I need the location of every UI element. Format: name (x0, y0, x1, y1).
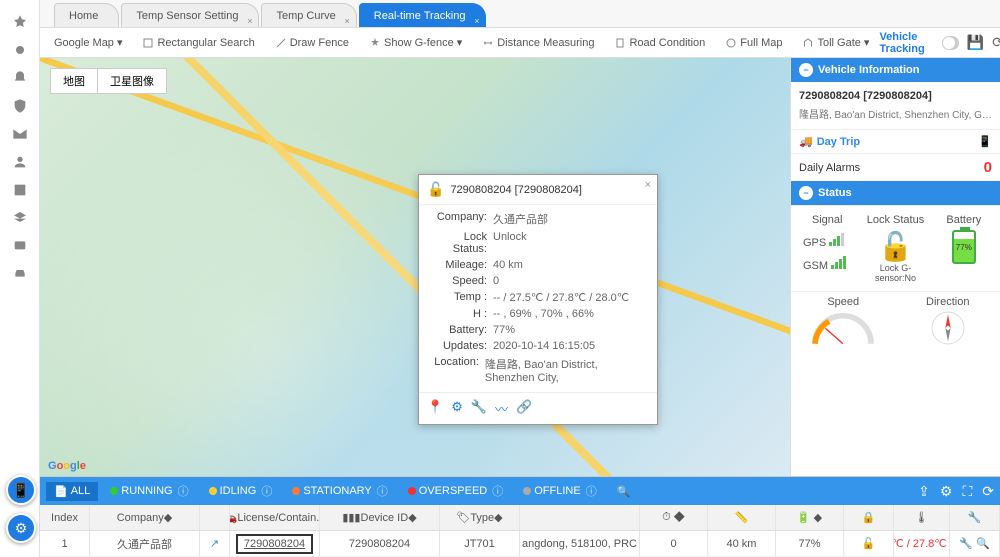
map-type-map[interactable]: 地图 (51, 69, 98, 93)
vehicle-popup: × 🔓 7290808204 [7290808204] Company:久通产品… (418, 174, 658, 425)
map-provider-dropdown[interactable]: Google Map ▾ (50, 33, 126, 52)
left-sidebar (0, 0, 40, 557)
full-map-button[interactable]: Full Map (721, 34, 786, 52)
side-bell-icon[interactable] (0, 64, 40, 92)
map-type-switch: 地图 卫星图像 (50, 68, 167, 94)
refresh-icon[interactable]: ⟳ (992, 34, 1000, 51)
filter-search-icon[interactable]: 🔍 (609, 482, 639, 501)
map-type-sat[interactable]: 卫星图像 (98, 69, 166, 93)
side-user-icon[interactable] (0, 148, 40, 176)
popup-action-config-icon[interactable]: ⚙ (451, 399, 463, 418)
popup-close-icon[interactable]: × (645, 179, 651, 191)
tab-temp-sensor[interactable]: Temp Sensor Setting× (121, 3, 259, 27)
filter-overspeed[interactable]: OVERSPEEDⓘ (400, 480, 511, 502)
lock-status-icon: 🔓 (863, 230, 927, 263)
road-cond-button[interactable]: Road Condition (610, 34, 709, 52)
map-toolbar: Google Map ▾ Rectangular Search Draw Fen… (40, 28, 1000, 58)
tracking-toggle[interactable] (942, 36, 959, 50)
close-icon[interactable]: × (474, 9, 479, 33)
side-mail-icon[interactable] (0, 120, 40, 148)
vehicle-name: 7290808204 [7290808204] (799, 90, 992, 102)
map-canvas[interactable]: 地图 卫星图像 Google 7290808204 [7290808204] ×… (40, 58, 790, 476)
speed-gauge: Speed (791, 296, 896, 351)
rect-search-button[interactable]: Rectangular Search (138, 34, 258, 52)
popup-action-route-icon[interactable]: 〰 (495, 399, 508, 418)
right-panel: −Vehicle Information 7290808204 [7290808… (790, 58, 1000, 476)
tab-realtime[interactable]: Real-time Tracking× (359, 3, 487, 27)
grid-settings-icon[interactable]: ⚙ (940, 483, 953, 500)
grid-expand-icon[interactable]: ⛶ (962, 483, 972, 500)
tab-home[interactable]: Home (54, 3, 119, 27)
popup-action-link-icon[interactable]: 🔗 (516, 399, 532, 418)
side-map-icon[interactable] (0, 8, 40, 36)
draw-fence-button[interactable]: Draw Fence (271, 34, 353, 52)
tab-temp-curve[interactable]: Temp Curve× (261, 3, 356, 27)
filter-offline[interactable]: OFFLINEⓘ (515, 480, 604, 502)
fab-settings-icon[interactable]: ⚙ (6, 513, 36, 543)
popup-action-key-icon[interactable]: 🔧 (471, 399, 487, 418)
grid-refresh-icon[interactable]: ⟳ (982, 483, 994, 500)
save-icon[interactable]: 💾 (967, 34, 984, 51)
popup-title: 7290808204 [7290808204] (450, 184, 582, 196)
toll-gate-button[interactable]: Toll Gate ▾ (798, 33, 873, 52)
grid-header: Index Company ◆ 🚗 License/Contain... ▮▮▮… (40, 505, 1000, 531)
day-trip-icon[interactable]: 📱 (978, 135, 992, 148)
popup-action-pin-icon[interactable]: 📍 (427, 399, 443, 418)
distance-button[interactable]: Distance Measuring (478, 34, 598, 52)
status-header[interactable]: −Status (791, 181, 1000, 205)
close-icon[interactable]: × (247, 9, 252, 33)
daily-alarms-value: 0 (984, 159, 992, 176)
vehicle-address: 隆昌路, Bao'an District, Shenzhen City, Gua… (799, 106, 992, 121)
show-gfence-button[interactable]: Show G-fence ▾ (365, 33, 466, 52)
side-bus-icon[interactable] (0, 232, 40, 260)
side-module-icon[interactable] (0, 176, 40, 204)
bottom-grid: 📄ALL RUNNINGⓘ IDLINGⓘ STATIONARYⓘ OVERSP… (40, 476, 1000, 557)
filter-idling[interactable]: IDLINGⓘ (201, 480, 281, 502)
tab-bar: Home Temp Sensor Setting× Temp Curve× Re… (40, 0, 1000, 28)
filter-all[interactable]: 📄ALL (46, 482, 98, 501)
fab-device-icon[interactable]: 📱 (6, 475, 36, 505)
close-icon[interactable]: × (345, 9, 350, 33)
google-logo: Google (48, 457, 86, 472)
filter-running[interactable]: RUNNINGⓘ (102, 480, 196, 502)
table-row[interactable]: 1 久通产品部 ↗ 7290808204 7290808204 JT701 an… (40, 531, 1000, 557)
grid-export-icon[interactable]: ⇪ (918, 483, 930, 500)
vehicle-tracking-label: Vehicle Tracking (879, 31, 934, 55)
side-shield-icon[interactable] (0, 92, 40, 120)
vehicle-info-header[interactable]: −Vehicle Information (791, 58, 1000, 82)
battery-icon: 77% (952, 230, 976, 264)
filter-stationary[interactable]: STATIONARYⓘ (284, 480, 395, 502)
unlock-icon: 🔓 (427, 181, 444, 198)
direction-compass: Direction (896, 296, 1000, 351)
daily-alarms-label: Daily Alarms (799, 162, 860, 174)
side-car-icon[interactable] (0, 260, 40, 288)
side-layers-icon[interactable] (0, 204, 40, 232)
side-cam-icon[interactable] (0, 36, 40, 64)
day-trip-label: 🚚 Day Trip (799, 135, 860, 148)
